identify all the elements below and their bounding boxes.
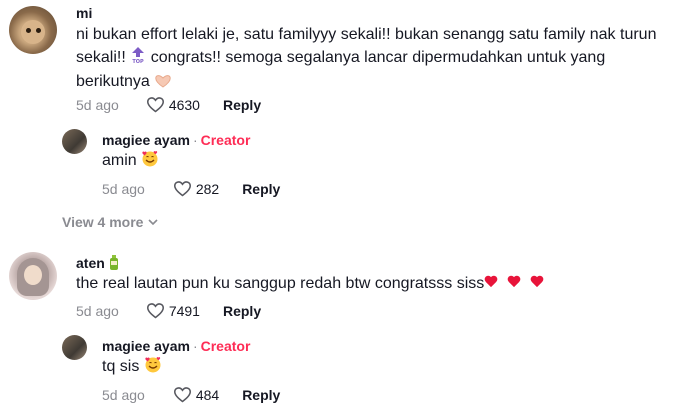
reply-date: 5d ago [102, 180, 145, 197]
avatar-magiee-ayam[interactable] [62, 335, 87, 360]
reply-text: amin [102, 150, 159, 174]
comment-text: the real lautan pun ku sanggup redah btw… [76, 273, 553, 295]
view-more-label: View 4 more [62, 214, 144, 230]
chevron-down-icon [148, 219, 159, 225]
separator-dot: · [192, 338, 198, 354]
red-heart-icon [530, 276, 544, 289]
comment-text-content: the real lautan pun ku sanggup redah btw… [76, 275, 485, 292]
reply-button[interactable]: Reply [242, 387, 280, 403]
avatar-face [21, 20, 45, 44]
like-count: 4630 [168, 96, 200, 113]
comment-meta: 5d ago 4630 Reply [76, 96, 261, 113]
like-count: 7491 [168, 302, 200, 319]
reply-text: tq sis [102, 356, 162, 380]
comment-meta: 5d ago 7491 Reply [76, 302, 261, 319]
smiling-face-with-hearts-icon [141, 150, 159, 174]
view-more-replies-button[interactable]: View 4 more [62, 214, 159, 230]
like-count: 484 [195, 386, 220, 403]
comment-date: 5d ago [76, 96, 119, 113]
bottle-emoji-icon [109, 255, 119, 273]
like-button[interactable]: 7491 [146, 302, 200, 319]
reply-text-content: amin [102, 152, 137, 169]
avatar-face [24, 265, 42, 285]
like-count: 282 [195, 180, 220, 197]
reply-button[interactable]: Reply [223, 303, 261, 319]
reply-button[interactable]: Reply [242, 181, 280, 197]
reply-username[interactable]: magiee ayam [102, 132, 190, 148]
avatar-eye [36, 28, 41, 33]
creator-badge: Creator [200, 132, 251, 148]
heart-outline-icon [146, 303, 164, 319]
avatar-aten[interactable] [9, 252, 57, 300]
reply-meta: 5d ago 484 Reply [102, 386, 280, 403]
avatar-magiee-ayam[interactable] [62, 129, 87, 154]
comment-username[interactable]: mi [76, 5, 92, 21]
like-button[interactable]: 4630 [146, 96, 200, 113]
heart-outline-icon [173, 387, 191, 403]
heart-outline-icon [173, 181, 191, 197]
red-heart-icon [484, 276, 498, 289]
like-button[interactable]: 282 [173, 180, 219, 197]
separator-dot: · [192, 132, 198, 148]
heart-hands-emoji-icon [154, 73, 172, 95]
smiling-face-with-hearts-icon [144, 356, 162, 380]
reply-button[interactable]: Reply [223, 97, 261, 113]
comment-text: ni bukan effort lelaki je, satu familyyy… [76, 24, 666, 95]
reply-username[interactable]: magiee ayam [102, 338, 190, 354]
reply-text-content: tq sis [102, 358, 140, 375]
reply-username-row: magiee ayam · Creator [102, 338, 250, 354]
reply-meta: 5d ago 282 Reply [102, 180, 280, 197]
top-arrow-emoji-icon: TOP [130, 46, 147, 71]
reply-username-row: magiee ayam · Creator [102, 132, 250, 148]
comment-date: 5d ago [76, 302, 119, 319]
svg-text:TOP: TOP [133, 59, 145, 64]
heart-outline-icon [146, 97, 164, 113]
comment-username[interactable]: aten [76, 255, 105, 271]
reply-date: 5d ago [102, 386, 145, 403]
like-button[interactable]: 484 [173, 386, 219, 403]
red-heart-icon [507, 276, 521, 289]
creator-badge: Creator [200, 338, 251, 354]
avatar-mi[interactable] [9, 6, 57, 54]
avatar-eye [26, 28, 31, 33]
comment-username-row: aten [76, 255, 119, 273]
